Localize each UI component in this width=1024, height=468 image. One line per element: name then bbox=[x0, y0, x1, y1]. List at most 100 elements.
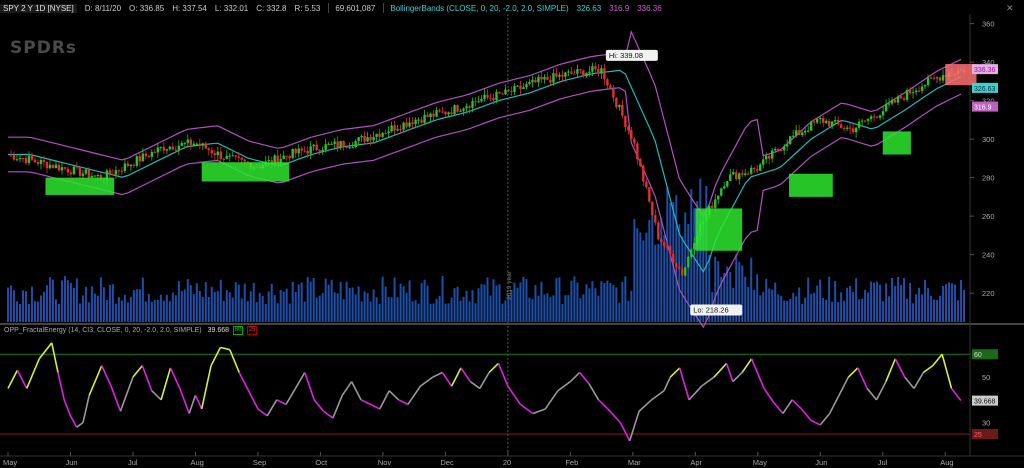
fe-segment bbox=[894, 358, 906, 378]
candle bbox=[558, 74, 561, 77]
volume-bar bbox=[606, 280, 609, 322]
candle bbox=[483, 94, 486, 100]
candle bbox=[432, 113, 435, 117]
volume-bar bbox=[84, 286, 87, 322]
header-divider bbox=[383, 3, 385, 13]
range-value: R: 5.53 bbox=[294, 3, 321, 13]
candle bbox=[360, 135, 363, 138]
candle bbox=[884, 103, 888, 112]
volume-bar bbox=[531, 299, 534, 322]
candle bbox=[288, 156, 291, 159]
volume-bar bbox=[138, 289, 141, 322]
indicator-label[interactable]: OPP_FractalEnergy (14, CI3, CLOSE, 0, 20… bbox=[4, 327, 202, 334]
fe-segment bbox=[479, 372, 490, 389]
candle bbox=[114, 170, 118, 175]
candle bbox=[204, 143, 207, 149]
volume-bar bbox=[648, 219, 651, 322]
candle bbox=[489, 97, 492, 99]
candle bbox=[438, 110, 441, 112]
open-value: O: 336.85 bbox=[129, 3, 165, 13]
volume-bar bbox=[261, 296, 264, 322]
month-label: May bbox=[753, 458, 767, 467]
volume-bar bbox=[417, 303, 420, 322]
volume-bar bbox=[99, 277, 102, 322]
symbol-label[interactable]: SPY 2 Y 1D [NYSE] bbox=[0, 3, 77, 13]
fe-segment bbox=[791, 399, 803, 410]
price-chart[interactable]: Hi: 339.08Lo: 218.262019 year36034032030… bbox=[0, 0, 1024, 468]
candle bbox=[63, 167, 67, 169]
candle bbox=[486, 94, 489, 98]
candle bbox=[156, 147, 160, 153]
volume-bar bbox=[336, 293, 339, 322]
candle bbox=[615, 97, 618, 108]
fe-segment bbox=[713, 362, 728, 378]
candle bbox=[420, 119, 423, 123]
volume-bar bbox=[963, 289, 965, 322]
volume-bar bbox=[852, 291, 855, 322]
volume-bar bbox=[153, 299, 156, 322]
candle bbox=[201, 143, 204, 146]
volume-bar bbox=[192, 293, 195, 322]
volume-bar bbox=[675, 195, 678, 322]
candle bbox=[390, 125, 393, 132]
candle bbox=[342, 141, 345, 148]
close-value: C: 332.8 bbox=[256, 3, 287, 13]
volume-bar bbox=[936, 300, 939, 322]
bollinger-label[interactable]: BollingerBands (CLOSE, 0, 20, -2.0, 2.0,… bbox=[390, 4, 568, 13]
candle bbox=[339, 141, 342, 148]
volume-bar bbox=[312, 277, 315, 322]
candle bbox=[135, 156, 139, 166]
volume-bar bbox=[423, 279, 426, 322]
candle bbox=[144, 153, 148, 157]
fe-segment bbox=[782, 399, 793, 414]
candle bbox=[78, 166, 82, 176]
volume-bar bbox=[282, 291, 285, 322]
volume-bar bbox=[603, 282, 606, 322]
fe-segment bbox=[828, 394, 840, 414]
fe-segment bbox=[857, 367, 868, 389]
candle bbox=[174, 149, 178, 151]
candle bbox=[393, 125, 396, 131]
candle bbox=[141, 153, 145, 162]
volume-bar bbox=[135, 289, 138, 322]
volume-bar bbox=[750, 257, 753, 322]
volume-bar bbox=[171, 292, 174, 322]
volume-bar bbox=[567, 295, 570, 322]
close-icon[interactable]: ✕ bbox=[1006, 3, 1014, 14]
volume-bar bbox=[588, 288, 591, 322]
fe-segment bbox=[866, 387, 878, 401]
bb-up-value: 336.36 bbox=[637, 3, 662, 13]
candle bbox=[45, 161, 49, 169]
month-label: Jul bbox=[128, 458, 138, 467]
spdr-logo: SPDRs bbox=[10, 38, 78, 58]
candle bbox=[624, 115, 627, 128]
candle bbox=[216, 151, 219, 156]
price-tag-low: 316.9 bbox=[974, 105, 992, 112]
fe-segment bbox=[450, 367, 462, 387]
candle bbox=[186, 139, 190, 143]
candle bbox=[821, 117, 825, 123]
candle bbox=[111, 174, 115, 176]
highlight-box-green bbox=[45, 177, 115, 195]
fe-segment bbox=[169, 367, 181, 389]
volume-bar bbox=[945, 284, 948, 322]
volume-bar bbox=[9, 285, 12, 322]
candle bbox=[890, 99, 894, 104]
volume-bar bbox=[363, 291, 366, 322]
volume-bar bbox=[801, 303, 804, 322]
fe-segment bbox=[544, 390, 559, 410]
volume-bar bbox=[147, 294, 150, 322]
month-label: Aug bbox=[190, 458, 203, 467]
volume-bar bbox=[540, 281, 543, 322]
volume-bar bbox=[861, 298, 864, 322]
candle bbox=[597, 69, 600, 74]
fe-segment bbox=[904, 376, 915, 389]
fe-segment bbox=[50, 342, 59, 373]
candle bbox=[372, 136, 375, 141]
candle bbox=[90, 175, 94, 178]
candle bbox=[492, 97, 495, 101]
candle bbox=[306, 150, 309, 154]
candle bbox=[633, 138, 636, 144]
candle bbox=[552, 73, 555, 83]
candle bbox=[243, 159, 246, 162]
